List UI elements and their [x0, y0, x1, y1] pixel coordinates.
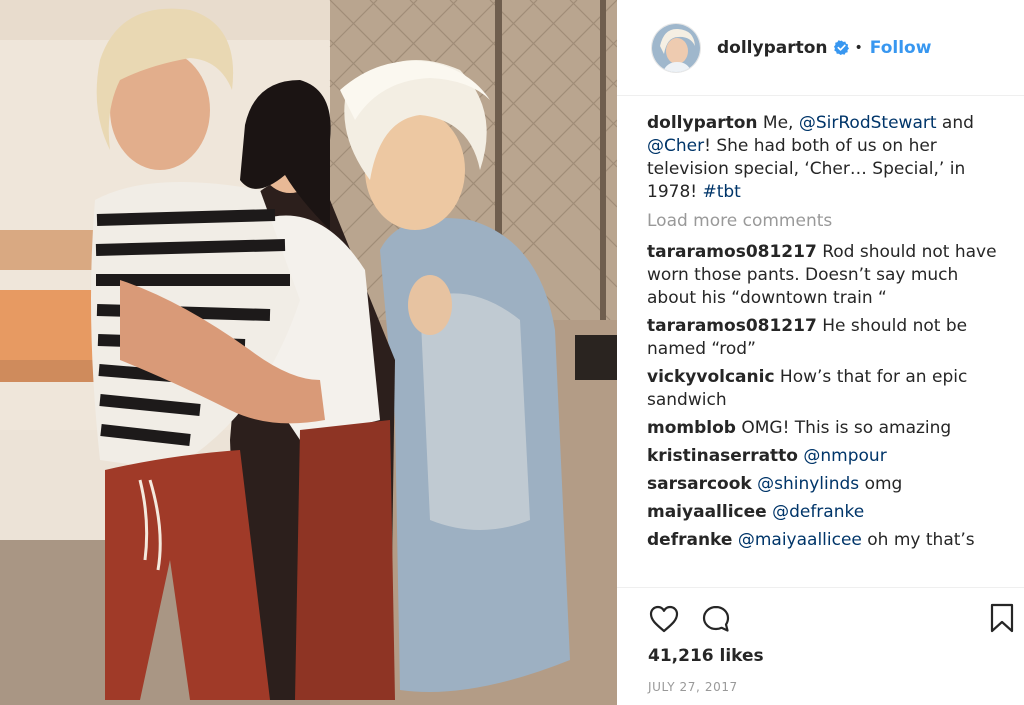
bookmark-icon[interactable]: [988, 603, 1016, 633]
header-separator: •: [854, 39, 863, 56]
three-people-hugging-photo: [0, 0, 617, 705]
comment-username[interactable]: defranke: [647, 530, 732, 550]
comment-item: defranke @maiyaallicee oh my that’s: [647, 529, 1007, 552]
caption-username[interactable]: dollyparton: [647, 113, 758, 133]
verified-badge-icon: [833, 40, 849, 55]
caption-mention[interactable]: @Cher: [647, 136, 704, 156]
comment-username[interactable]: maiyaallicee: [647, 502, 767, 522]
comment-username[interactable]: vickyvolcanic: [647, 367, 775, 387]
comment-item: maiyaallicee @defranke: [647, 501, 1007, 524]
comment-username[interactable]: momblob: [647, 418, 736, 438]
follow-button[interactable]: Follow: [870, 38, 932, 58]
avatar[interactable]: [651, 22, 701, 73]
comment-item: tararamos081217 He should not be named “…: [647, 315, 1007, 361]
post-footer: 41,216 likes JULY 27, 2017: [617, 587, 1024, 705]
instagram-post: dollyparton • Follow dollyparton Me, @Si…: [0, 0, 1024, 705]
comment-item: sarsarcook @shinylinds omg: [647, 473, 1007, 496]
comment-item: momblob OMG! This is so amazing: [647, 417, 1007, 440]
likes-count[interactable]: 41,216 likes: [648, 646, 764, 666]
header-username[interactable]: dollyparton: [717, 38, 828, 58]
comment-mention[interactable]: @defranke: [772, 502, 864, 522]
comment-icon[interactable]: [700, 603, 732, 635]
load-more-comments-button[interactable]: Load more comments: [647, 210, 1007, 233]
post-side-panel: dollyparton • Follow dollyparton Me, @Si…: [617, 0, 1024, 705]
action-bar: [648, 602, 752, 636]
comments-list[interactable]: dollyparton Me, @SirRodStewart and @Cher…: [647, 112, 1007, 586]
comment-mention[interactable]: @nmpour: [803, 446, 886, 466]
post-photo[interactable]: [0, 0, 617, 705]
heart-icon[interactable]: [648, 603, 680, 635]
caption-text: Me,: [757, 113, 799, 133]
caption-text: and: [936, 113, 974, 133]
comment-username[interactable]: tararamos081217: [647, 316, 817, 336]
avatar-photo: [652, 23, 700, 72]
caption-mention[interactable]: @SirRodStewart: [799, 113, 937, 133]
comment-text: oh my that’s: [861, 530, 975, 550]
comment-mention[interactable]: @shinylinds: [757, 474, 859, 494]
comment-text: OMG! This is so amazing: [735, 418, 952, 438]
comment-username[interactable]: tararamos081217: [647, 242, 817, 262]
comment-username[interactable]: sarsarcook: [647, 474, 752, 494]
caption-hashtag[interactable]: #tbt: [702, 182, 740, 202]
comment-item: kristinaserratto @nmpour: [647, 445, 1007, 468]
comment-text: omg: [859, 474, 903, 494]
comment-item: tararamos081217 Rod should not have worn…: [647, 241, 1007, 310]
post-date: JULY 27, 2017: [648, 680, 738, 694]
post-header: dollyparton • Follow: [617, 0, 1024, 96]
comment-item: vickyvolcanic How’s that for an epic san…: [647, 366, 1007, 412]
post-caption: dollyparton Me, @SirRodStewart and @Cher…: [647, 112, 1007, 204]
comment-mention[interactable]: @maiyaallicee: [738, 530, 862, 550]
comment-username[interactable]: kristinaserratto: [647, 446, 798, 466]
